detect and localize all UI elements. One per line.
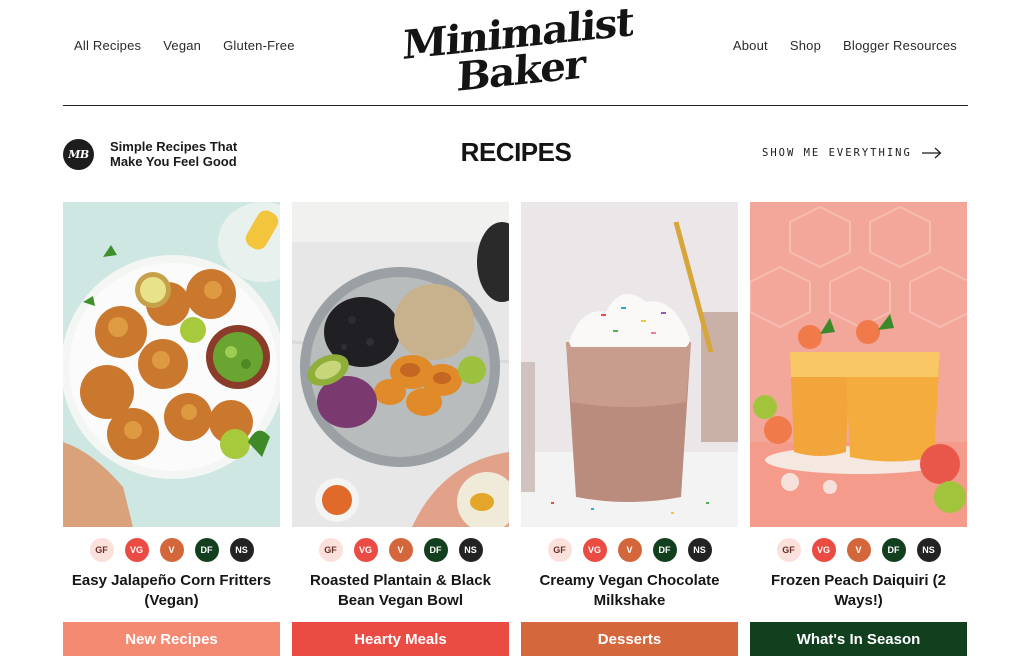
vegan-tag[interactable]: VG — [353, 538, 378, 562]
show-all-label: SHOW ME EVERYTHING — [762, 147, 912, 159]
desserts-button[interactable]: Desserts — [521, 622, 738, 656]
site-logo[interactable]: Minimalist Baker — [397, 0, 636, 101]
recipe-title[interactable]: Easy Jalapeño Corn Fritters (Vegan) — [63, 571, 280, 611]
new-recipes-button[interactable]: New Recipes — [63, 622, 280, 656]
nav-shop[interactable]: Shop — [790, 38, 821, 53]
nut-free-tag[interactable]: NS — [687, 538, 712, 562]
recipe-photo[interactable] — [521, 202, 738, 527]
vegetarian-tag[interactable]: V — [617, 538, 642, 562]
primary-nav: All Recipes Vegan Gluten-Free — [74, 38, 295, 53]
tagline: Simple Recipes That Make You Feel Good — [110, 139, 238, 169]
dairy-free-tag[interactable]: DF — [194, 538, 219, 562]
recipe-card: GF VG V DF NS Easy Jalapeño Corn Fritter… — [63, 202, 280, 611]
vegan-tag[interactable]: VG — [124, 538, 149, 562]
nav-all-recipes[interactable]: All Recipes — [74, 38, 141, 53]
hearty-meals-button[interactable]: Hearty Meals — [292, 622, 509, 656]
section-title: RECIPES — [460, 137, 572, 167]
vegan-tag[interactable]: VG — [582, 538, 607, 562]
nut-free-tag[interactable]: NS — [229, 538, 254, 562]
gluten-free-tag[interactable]: GF — [776, 538, 801, 562]
show-me-everything-link[interactable]: SHOW ME EVERYTHING — [762, 147, 942, 159]
recipe-title[interactable]: Roasted Plantain & Black Bean Vegan Bowl — [292, 571, 509, 611]
diet-tags: GF VG V DF NS — [521, 538, 738, 562]
whats-in-season-button[interactable]: What's In Season — [750, 622, 967, 656]
arrow-right-icon — [921, 147, 942, 159]
logo-wordmark: Minimalist Baker — [402, 0, 636, 101]
vegan-tag[interactable]: VG — [811, 538, 836, 562]
dairy-free-tag[interactable]: DF — [652, 538, 677, 562]
nut-free-tag[interactable]: NS — [916, 538, 941, 562]
nav-vegan[interactable]: Vegan — [163, 38, 201, 53]
recipe-title[interactable]: Creamy Vegan Chocolate Milkshake — [521, 571, 738, 611]
recipe-photo[interactable] — [750, 202, 967, 527]
recipe-photo[interactable] — [63, 202, 280, 527]
recipe-photo[interactable] — [292, 202, 509, 527]
diet-tags: GF VG V DF NS — [292, 538, 509, 562]
diet-tags: GF VG V DF NS — [750, 538, 967, 562]
gluten-free-tag[interactable]: GF — [547, 538, 572, 562]
recipe-card: GF VG V DF NS Roasted Plantain & Black B… — [292, 202, 509, 611]
dairy-free-tag[interactable]: DF — [881, 538, 906, 562]
nav-blogger-resources[interactable]: Blogger Resources — [843, 38, 957, 53]
vegetarian-tag[interactable]: V — [159, 538, 184, 562]
vegetarian-tag[interactable]: V — [846, 538, 871, 562]
nav-about[interactable]: About — [733, 38, 768, 53]
nut-free-tag[interactable]: NS — [458, 538, 483, 562]
dairy-free-tag[interactable]: DF — [423, 538, 448, 562]
recipe-card: GF VG V DF NS Creamy Vegan Chocolate Mil… — [521, 202, 738, 611]
gluten-free-tag[interactable]: GF — [89, 538, 114, 562]
vegetarian-tag[interactable]: V — [388, 538, 413, 562]
secondary-nav: About Shop Blogger Resources — [733, 38, 957, 53]
nav-gluten-free[interactable]: Gluten-Free — [223, 38, 295, 53]
diet-tags: GF VG V DF NS — [63, 538, 280, 562]
recipe-title[interactable]: Frozen Peach Daiquiri (2 Ways!) — [750, 571, 967, 611]
recipe-card: GF VG V DF NS Frozen Peach Daiquiri (2 W… — [750, 202, 967, 611]
gluten-free-tag[interactable]: GF — [318, 538, 343, 562]
site-header: All Recipes Vegan Gluten-Free Minimalist… — [63, 0, 968, 106]
mb-badge-icon: MB — [63, 139, 94, 170]
